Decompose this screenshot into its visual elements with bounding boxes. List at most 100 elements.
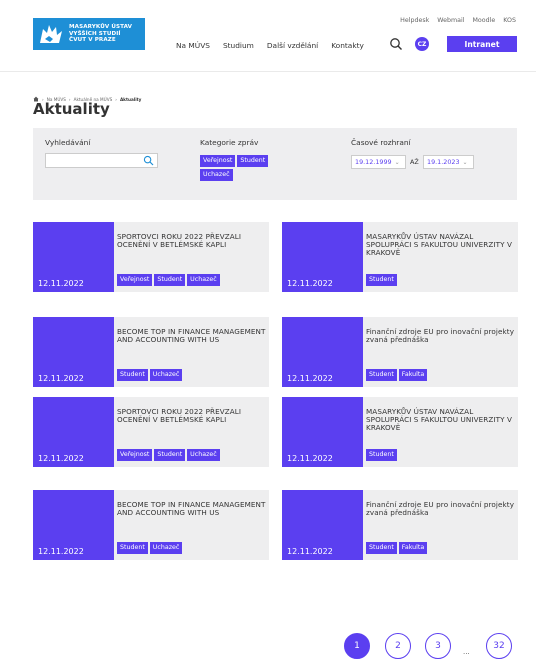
logo-line: MASARYKŮV ÚSTAV (69, 24, 133, 31)
news-card-date: 12.11.2022 (38, 454, 84, 463)
news-card-tag[interactable]: Student (154, 449, 186, 461)
news-card-tag[interactable]: Fakulta (398, 369, 428, 381)
news-card[interactable]: 12.11.2022 BECOME TOP IN FINANCE MANAGEME… (33, 317, 269, 387)
chevron-down-icon: ⌄ (394, 158, 400, 166)
news-card-image: 12.11.2022 (282, 222, 363, 292)
pagination-ellipsis: ... (463, 648, 470, 656)
news-card-title[interactable]: SPORTOVCI ROKU 2022 PŘEVZALI OCENĚNÍ v B… (117, 408, 267, 424)
news-card-image: 12.11.2022 (33, 490, 114, 560)
chevron-down-icon: ⌄ (462, 158, 468, 166)
category-label: Kategorie zpráv (200, 138, 259, 147)
date-from-value: 19.12.1999 (355, 158, 392, 166)
kos-link[interactable]: KOS (503, 17, 516, 24)
news-card-date: 12.11.2022 (287, 547, 333, 556)
news-card[interactable]: 12.11.2022 SPORTOVCI ROKU 2022 PŘEVZALI O… (33, 397, 269, 467)
breadcrumb-current: Aktuality (119, 96, 142, 102)
news-card-title[interactable]: SPORTOVCI ROKU 2022 PŘEVZALI OCENĚNÍ v B… (117, 233, 267, 249)
news-card-tags: Veřejnost Student Uchazeč (117, 274, 220, 286)
time-range-label: Časové rozhraní (351, 138, 411, 147)
nav-item-studium[interactable]: Studium (223, 41, 254, 50)
page-2-button[interactable]: 2 (385, 633, 411, 659)
category-tag-verejnost[interactable]: Veřejnost (200, 155, 236, 167)
news-card-tag[interactable]: Uchazeč (149, 369, 183, 381)
news-card-tag[interactable]: Student (366, 542, 397, 554)
news-card-title[interactable]: BECOME TOP IN FINANCE MANAGEMENT AND ACC… (117, 328, 267, 344)
news-card-image: 12.11.2022 (33, 397, 114, 467)
news-card-image: 12.11.2022 (33, 317, 114, 387)
news-card-tags: Student Uchazeč (117, 542, 183, 554)
news-card-date: 12.11.2022 (287, 454, 333, 463)
date-to-select[interactable]: 19.1.2023 ⌄ (423, 155, 474, 169)
page-3-button[interactable]: 3 (425, 633, 451, 659)
search-label: Vyhledávání (45, 138, 91, 147)
intranet-button[interactable]: Intranet (447, 36, 517, 52)
news-card-date: 12.11.2022 (38, 279, 84, 288)
utility-nav: Helpdesk Webmail Moodle KOS (400, 17, 516, 24)
news-card-tag[interactable]: Student (366, 274, 397, 286)
news-card-title[interactable]: MASARYKŮV ÚSTAV NAVÁZAL SPOLUPRÁCI S FAK… (366, 408, 516, 432)
news-card[interactable]: 12.11.2022 Finanční zdroje EU pro inovačn… (282, 490, 518, 560)
site-header: MASARYKŮV ÚSTAV VYŠŠÍCH STUDIÍ ČVUT V PR… (0, 0, 536, 72)
nav-item-na-muvs[interactable]: Na MÚVS (176, 41, 210, 50)
news-card-tags: Student (366, 274, 397, 286)
news-card-tag[interactable]: Uchazeč (149, 542, 183, 554)
news-card-tag[interactable]: Student (366, 449, 397, 461)
page-title: Aktuality (33, 100, 110, 118)
news-card-tag[interactable]: Student (117, 542, 148, 554)
search-field[interactable] (45, 153, 158, 175)
language-switch[interactable]: CZ (415, 37, 429, 51)
news-card-tags: Student Uchazeč (117, 369, 183, 381)
news-card-tag[interactable]: Veřejnost (117, 274, 153, 286)
main-nav: Na MÚVS Studium Další vzdělání Kontakty (176, 41, 364, 50)
nav-item-dalsi-vzdelani[interactable]: Další vzdělání (267, 41, 318, 50)
search-icon[interactable] (389, 37, 403, 51)
page-last-button[interactable]: 32 (486, 633, 512, 659)
date-from-select[interactable]: 19.12.1999 ⌄ (351, 155, 406, 169)
logo[interactable]: MASARYKŮV ÚSTAV VYŠŠÍCH STUDIÍ ČVUT V PR… (33, 18, 145, 50)
news-card-image: 12.11.2022 (282, 397, 363, 467)
news-card-tags: Student Fakulta (366, 369, 428, 381)
news-card-tag[interactable]: Student (117, 369, 148, 381)
news-card-title[interactable]: Finanční zdroje EU pro inovační projekty… (366, 328, 516, 344)
helpdesk-link[interactable]: Helpdesk (400, 17, 429, 24)
logo-line: ČVUT V PRAZE (69, 37, 116, 44)
news-card-title[interactable]: MASARYKŮV ÚSTAV NAVÁZAL SPOLUPRÁCI S FAK… (366, 233, 516, 257)
news-card-date: 12.11.2022 (38, 374, 84, 383)
news-card-title[interactable]: Finanční zdroje EU pro inovační projekty… (366, 501, 516, 517)
moodle-link[interactable]: Moodle (472, 17, 495, 24)
news-card[interactable]: 12.11.2022 Finanční zdroje EU pro inovačn… (282, 317, 518, 387)
news-card-image: 12.11.2022 (282, 490, 363, 560)
date-to-value: 19.1.2023 (427, 158, 460, 166)
search-icon[interactable] (143, 155, 154, 166)
news-card-date: 12.11.2022 (287, 279, 333, 288)
nav-item-kontakty[interactable]: Kontakty (331, 41, 364, 50)
page-1-button[interactable]: 1 (344, 633, 370, 659)
lion-logo-icon (40, 25, 62, 43)
news-card-tag[interactable]: Uchazeč (187, 449, 220, 461)
news-card[interactable]: 12.11.2022 SPORTOVCI ROKU 2022 PŘEVZALI O… (33, 222, 269, 292)
news-card-image: 12.11.2022 (33, 222, 114, 292)
news-card-tag[interactable]: Student (366, 369, 397, 381)
news-card[interactable]: 12.11.2022 BECOME TOP IN FINANCE MANAGEME… (33, 490, 269, 560)
news-card-tag[interactable]: Fakulta (398, 542, 428, 554)
filter-panel: Vyhledávání Kategorie zpráv Veřejnost St… (33, 128, 517, 200)
webmail-link[interactable]: Webmail (437, 17, 464, 24)
logo-text: MASARYKŮV ÚSTAV VYŠŠÍCH STUDIÍ ČVUT V PR… (69, 24, 132, 44)
breadcrumb-sep: › (115, 96, 117, 102)
news-card-tag[interactable]: Uchazeč (187, 274, 220, 286)
category-tag-uchazec[interactable]: Uchazeč (200, 169, 233, 181)
news-card-image: 12.11.2022 (282, 317, 363, 387)
news-card-tags: Student Fakulta (366, 542, 428, 554)
news-card[interactable]: 12.11.2022 MASARYKŮV ÚSTAV NAVÁZAL SPOLUP… (282, 222, 518, 292)
news-card-date: 12.11.2022 (38, 547, 84, 556)
news-card[interactable]: 12.11.2022 MASARYKŮV ÚSTAV NAVÁZAL SPOLUP… (282, 397, 518, 467)
news-card-tags: Student (366, 449, 397, 461)
search-input[interactable] (46, 161, 141, 175)
news-card-date: 12.11.2022 (287, 374, 333, 383)
news-card-title[interactable]: BECOME TOP IN FINANCE MANAGEMENT AND ACC… (117, 501, 267, 517)
category-tags: Veřejnost Student Uchazeč (200, 155, 290, 181)
category-tag-student[interactable]: Student (237, 155, 269, 167)
news-card-tag[interactable]: Student (154, 274, 186, 286)
news-card-tag[interactable]: Veřejnost (117, 449, 153, 461)
news-card-tags: Veřejnost Student Uchazeč (117, 449, 220, 461)
